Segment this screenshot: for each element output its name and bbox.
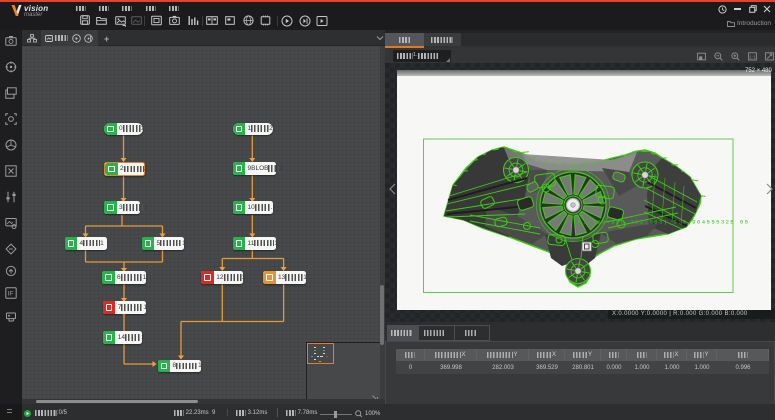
svg-text:IF: IF xyxy=(8,291,14,298)
svg-text:1:1: 1:1 xyxy=(749,54,756,59)
svg-text:M:(369.998,282.003) S:0.964555: M:(369.998,282.003) S:0.96455532E 05 xyxy=(578,219,748,226)
